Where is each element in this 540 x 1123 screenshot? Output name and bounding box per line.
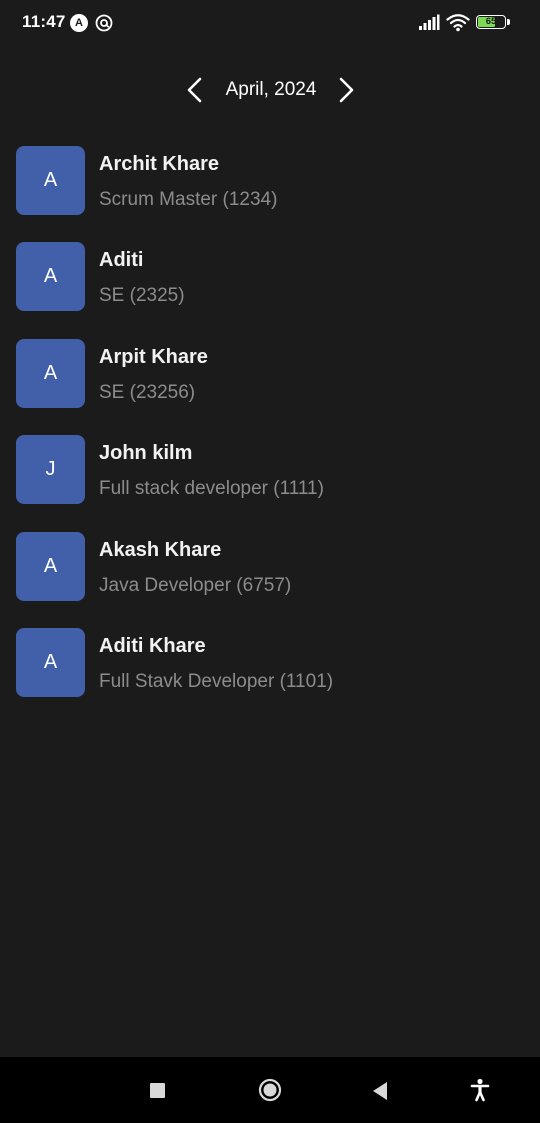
- employee-name: Akash Khare: [99, 538, 222, 561]
- employee-role: Full stack developer (1111): [99, 478, 324, 500]
- signal-icon: [418, 14, 440, 31]
- wifi-icon: [446, 13, 470, 32]
- system-nav-bar: [0, 1057, 540, 1123]
- a-circle-icon: A: [70, 14, 88, 32]
- status-bar: 11:47 A 65: [0, 0, 540, 46]
- app-screen: 11:47 A 65 April, 2024 A Archit Khare Sc…: [0, 0, 540, 1123]
- employee-name: Aditi Khare: [99, 634, 206, 657]
- month-label: April, 2024: [225, 79, 317, 100]
- list-item[interactable]: A Aditi Khare Full Stavk Developer (1101…: [0, 627, 540, 724]
- employee-role: Java Developer (6757): [99, 574, 292, 596]
- employee-role: SE (2325): [99, 285, 185, 307]
- back-triangle-icon[interactable]: [371, 1081, 389, 1101]
- employee-name: Aditi: [99, 249, 144, 272]
- employee-name: Archit Khare: [99, 153, 220, 175]
- battery-level: 65: [485, 16, 497, 27]
- list-item[interactable]: A Arpit Khare SE (23256): [0, 338, 540, 435]
- employee-name: Arpit Khare: [99, 345, 208, 368]
- employee-role: Full Stavk Developer (1101): [99, 670, 334, 692]
- accessibility-icon[interactable]: [470, 1078, 490, 1102]
- avatar: A: [16, 242, 85, 312]
- avatar: J: [16, 435, 85, 505]
- month-navigator: April, 2024: [0, 70, 540, 110]
- employee-role: SE (23256): [99, 381, 196, 403]
- status-time: 11:47: [22, 12, 66, 31]
- employee-role: Scrum Master (1234): [99, 189, 278, 210]
- battery-tip: [507, 19, 510, 25]
- avatar: A: [16, 627, 85, 697]
- recents-square-icon[interactable]: [150, 1083, 165, 1098]
- chevron-left-icon[interactable]: [180, 74, 210, 106]
- battery-icon: 65: [476, 15, 511, 31]
- home-circle-icon[interactable]: [258, 1078, 282, 1102]
- list-item[interactable]: A Akash Khare Java Developer (6757): [0, 531, 540, 628]
- employee-list: A Archit Khare Scrum Master (1234) A Adi…: [0, 146, 540, 724]
- list-item[interactable]: A Archit Khare Scrum Master (1234): [0, 146, 540, 242]
- list-item[interactable]: A Aditi SE (2325): [0, 242, 540, 338]
- list-item[interactable]: J John kilm Full stack developer (1111): [0, 435, 540, 531]
- avatar: A: [16, 338, 85, 408]
- avatar: A: [16, 146, 85, 215]
- chevron-right-icon[interactable]: [332, 74, 362, 106]
- at-circle-icon: [95, 14, 113, 32]
- avatar: A: [16, 531, 85, 601]
- employee-name: John kilm: [99, 442, 193, 465]
